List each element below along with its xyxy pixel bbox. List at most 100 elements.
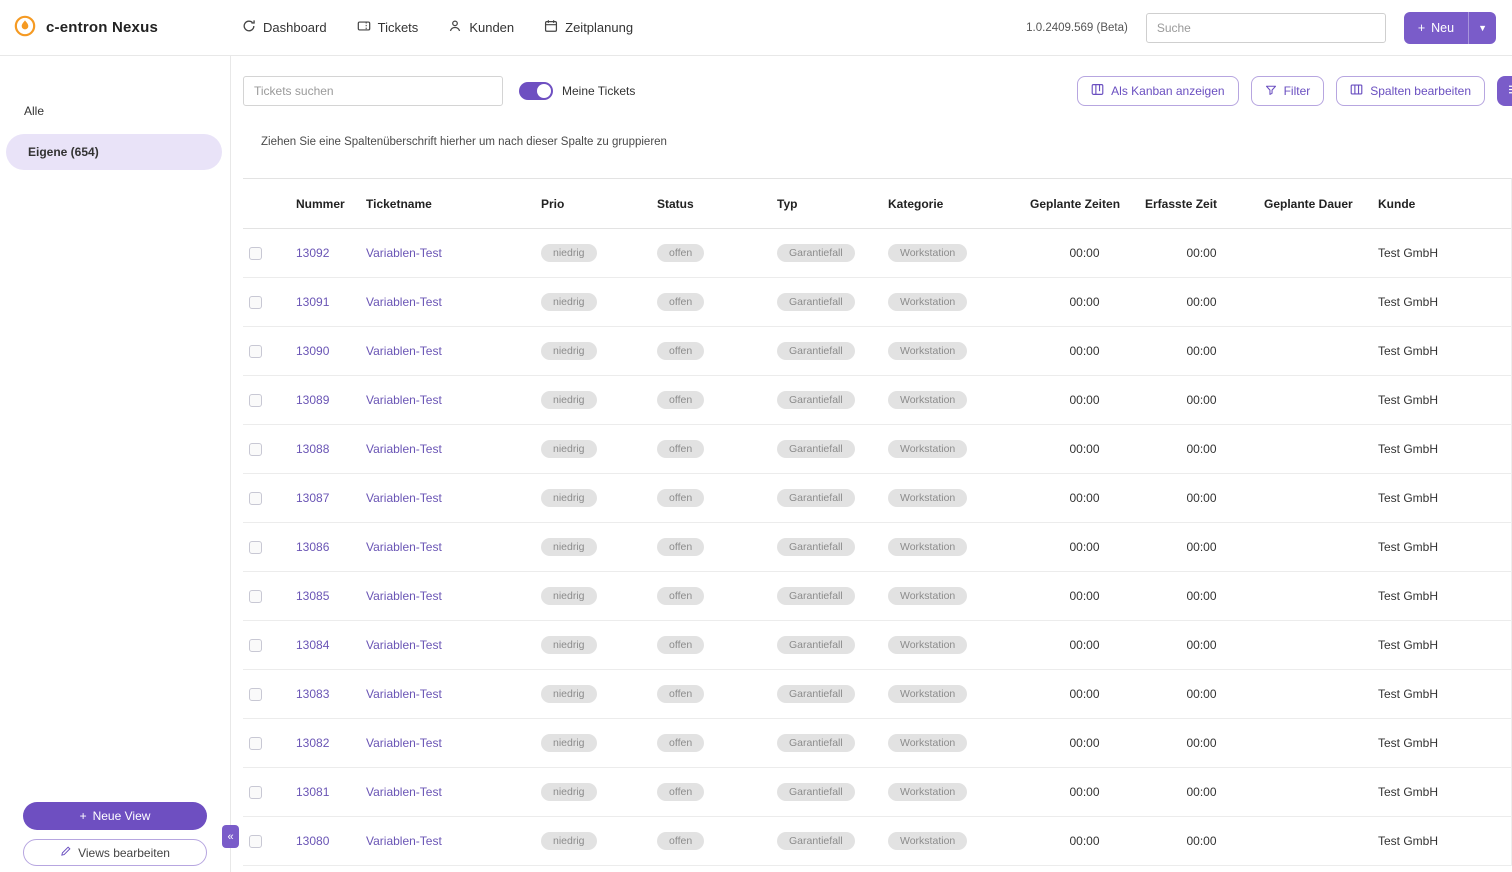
ticket-name-link[interactable]: Variablen-Test <box>366 589 442 603</box>
row-checkbox[interactable] <box>249 786 262 799</box>
table-row[interactable]: 13087Variablen-TestniedrigoffenGarantief… <box>243 474 1511 523</box>
nav-item-zeitplanung[interactable]: Zeitplanung <box>544 19 633 36</box>
edit-views-button[interactable]: Views bearbeiten <box>23 839 207 866</box>
nav-label: Kunden <box>469 20 514 35</box>
views-sidebar: Alle Eigene (654) + Neue View Views bear… <box>0 56 231 872</box>
row-checkbox[interactable] <box>249 492 262 505</box>
ticket-name-link[interactable]: Variablen-Test <box>366 344 442 358</box>
table-row[interactable]: 13080Variablen-TestniedrigoffenGarantief… <box>243 817 1511 866</box>
sidebar-item-alle[interactable]: Alle <box>0 94 230 128</box>
column-header-geplante-zeiten[interactable]: Geplante Zeiten <box>1030 197 1145 211</box>
row-checkbox[interactable] <box>249 394 262 407</box>
ticket-name-link[interactable]: Variablen-Test <box>366 540 442 554</box>
column-header-ticketname[interactable]: Ticketname <box>366 197 541 211</box>
status-badge: offen <box>657 636 704 655</box>
ticket-number-link[interactable]: 13088 <box>296 442 329 456</box>
row-checkbox[interactable] <box>249 541 262 554</box>
table-row[interactable]: 13081Variablen-TestniedrigoffenGarantief… <box>243 768 1511 817</box>
ticket-name-link[interactable]: Variablen-Test <box>366 687 442 701</box>
ticket-number-link[interactable]: 13080 <box>296 834 329 848</box>
table-row[interactable]: 13084Variablen-TestniedrigoffenGarantief… <box>243 621 1511 670</box>
table-row[interactable]: 13083Variablen-TestniedrigoffenGarantief… <box>243 670 1511 719</box>
column-header-kategorie[interactable]: Kategorie <box>888 197 1030 211</box>
column-header-nummer[interactable]: Nummer <box>296 197 366 211</box>
group-by-hint[interactable]: Ziehen Sie eine Spaltenüberschrift hierh… <box>261 136 1512 148</box>
column-header-typ[interactable]: Typ <box>777 197 888 211</box>
row-checkbox[interactable] <box>249 590 262 603</box>
ticket-name-link[interactable]: Variablen-Test <box>366 442 442 456</box>
table-row[interactable]: 13089Variablen-TestniedrigoffenGarantief… <box>243 376 1511 425</box>
kunde-value: Test GmbH <box>1378 736 1511 750</box>
nav-label: Tickets <box>378 20 419 35</box>
ticket-name-link[interactable]: Variablen-Test <box>366 834 442 848</box>
column-header-kunde[interactable]: Kunde <box>1378 197 1511 211</box>
ticket-name-link[interactable]: Variablen-Test <box>366 246 442 260</box>
ticket-number-link[interactable]: 13092 <box>296 246 329 260</box>
column-header-prio[interactable]: Prio <box>541 197 657 211</box>
table-row[interactable]: 13082Variablen-TestniedrigoffenGarantief… <box>243 719 1511 768</box>
prio-badge: niedrig <box>541 685 597 704</box>
ticket-number-link[interactable]: 13085 <box>296 589 329 603</box>
edit-columns-button[interactable]: Spalten bearbeiten <box>1336 76 1485 106</box>
column-header-geplante-dauer[interactable]: Geplante Dauer <box>1264 197 1378 211</box>
row-checkbox[interactable] <box>249 296 262 309</box>
row-checkbox[interactable] <box>249 443 262 456</box>
table-row[interactable]: 13086Variablen-TestniedrigoffenGarantief… <box>243 523 1511 572</box>
row-checkbox[interactable] <box>249 688 262 701</box>
typ-badge: Garantiefall <box>777 489 855 508</box>
table-row[interactable]: 13091Variablen-TestniedrigoffenGarantief… <box>243 278 1511 327</box>
filter-button[interactable]: Filter <box>1251 76 1325 106</box>
ticket-name-link[interactable]: Variablen-Test <box>366 785 442 799</box>
nav-item-dashboard[interactable]: Dashboard <box>242 19 327 36</box>
ticket-number-link[interactable]: 13091 <box>296 295 329 309</box>
row-checkbox[interactable] <box>249 835 262 848</box>
ticket-number-link[interactable]: 13082 <box>296 736 329 750</box>
kanban-view-button[interactable]: Als Kanban anzeigen <box>1077 76 1238 106</box>
ticket-name-link[interactable]: Variablen-Test <box>366 736 442 750</box>
kategorie-badge: Workstation <box>888 636 967 655</box>
kunde-value: Test GmbH <box>1378 344 1511 358</box>
ticket-name-link[interactable]: Variablen-Test <box>366 491 442 505</box>
ticket-name-link[interactable]: Variablen-Test <box>366 638 442 652</box>
ticket-number-link[interactable]: 13081 <box>296 785 329 799</box>
ticket-number-link[interactable]: 13090 <box>296 344 329 358</box>
table-row[interactable]: 13085Variablen-TestniedrigoffenGarantief… <box>243 572 1511 621</box>
ticket-search-input[interactable] <box>243 76 503 106</box>
row-checkbox[interactable] <box>249 247 262 260</box>
ticket-name-link[interactable]: Variablen-Test <box>366 393 442 407</box>
new-view-button[interactable]: + Neue View <box>23 802 207 830</box>
typ-badge: Garantiefall <box>777 391 855 410</box>
my-tickets-toggle[interactable] <box>519 82 553 100</box>
prio-badge: niedrig <box>541 538 597 557</box>
ticket-number-link[interactable]: 13086 <box>296 540 329 554</box>
user-icon <box>448 19 462 36</box>
ticket-number-link[interactable]: 13087 <box>296 491 329 505</box>
nav-item-kunden[interactable]: Kunden <box>448 19 514 36</box>
ticket-number-link[interactable]: 13084 <box>296 638 329 652</box>
column-header-status[interactable]: Status <box>657 197 777 211</box>
overflow-action-button[interactable] <box>1497 76 1512 106</box>
table-row[interactable]: 13092Variablen-TestniedrigoffenGarantief… <box>243 229 1511 278</box>
table-row[interactable]: 13088Variablen-TestniedrigoffenGarantief… <box>243 425 1511 474</box>
ticket-name-link[interactable]: Variablen-Test <box>366 295 442 309</box>
tickets-toolbar: Meine Tickets Als Kanban anzeigen Filter <box>243 76 1512 106</box>
nav-item-tickets[interactable]: Tickets <box>357 19 419 36</box>
typ-badge: Garantiefall <box>777 685 855 704</box>
row-checkbox[interactable] <box>249 639 262 652</box>
prio-badge: niedrig <box>541 832 597 851</box>
new-button[interactable]: + Neu ▼ <box>1404 12 1496 44</box>
row-checkbox[interactable] <box>249 737 262 750</box>
table-row[interactable]: 13090Variablen-TestniedrigoffenGarantief… <box>243 327 1511 376</box>
erfasste-zeit-value: 00:00 <box>1145 736 1264 750</box>
prio-badge: niedrig <box>541 783 597 802</box>
chevron-down-icon[interactable]: ▼ <box>1469 23 1496 33</box>
sidebar-collapse-button[interactable]: « <box>222 825 239 848</box>
ticket-number-link[interactable]: 13083 <box>296 687 329 701</box>
sidebar-item-eigene[interactable]: Eigene (654) <box>6 134 222 170</box>
nav-label: Dashboard <box>263 20 327 35</box>
row-checkbox[interactable] <box>249 345 262 358</box>
typ-badge: Garantiefall <box>777 832 855 851</box>
column-header-erfasste-zeit[interactable]: Erfasste Zeit <box>1145 197 1264 211</box>
ticket-number-link[interactable]: 13089 <box>296 393 329 407</box>
global-search-input[interactable] <box>1146 13 1386 43</box>
